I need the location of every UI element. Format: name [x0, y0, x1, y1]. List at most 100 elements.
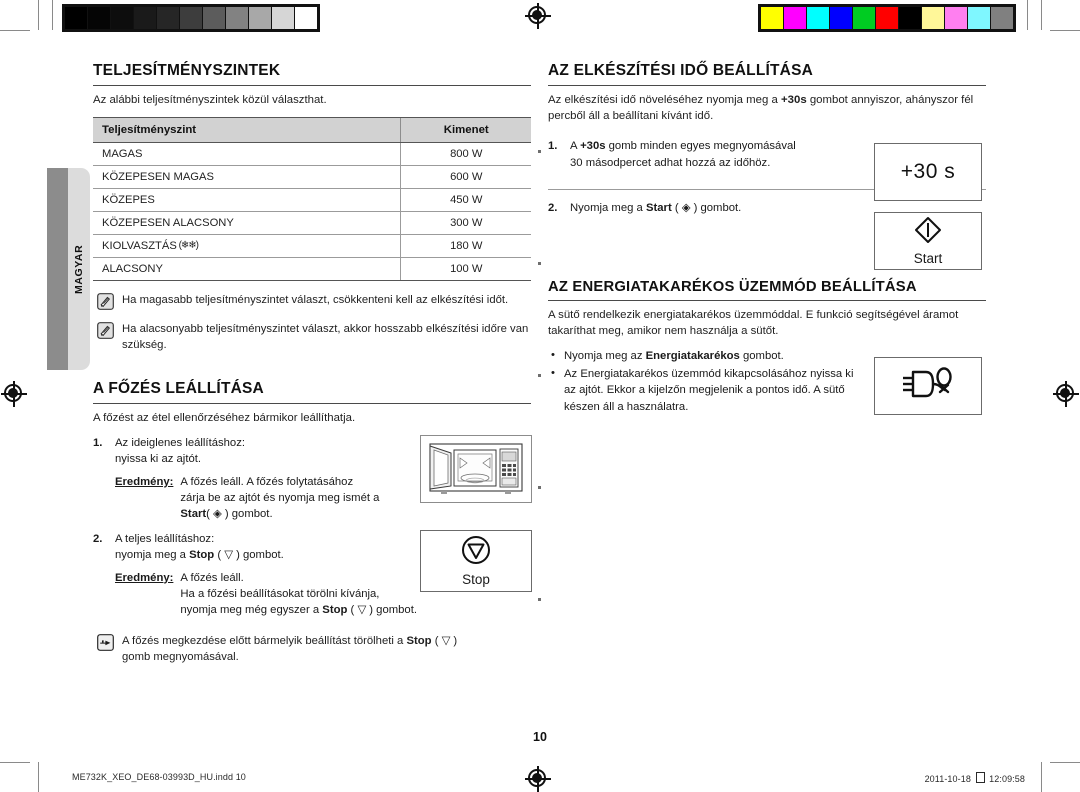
- stop-key-illustration: Stop: [420, 530, 532, 592]
- grayscale-swatch-1: [88, 7, 110, 29]
- cell-power-level: ALACSONY: [93, 257, 401, 282]
- crop-line: [38, 0, 39, 30]
- bullet-glyph: •: [551, 348, 555, 361]
- cell-power-level: MAGAS: [93, 142, 401, 167]
- stop-triangle-icon: [459, 535, 493, 570]
- crop-line: [1041, 0, 1042, 30]
- section-title-stop-cooking: A FŐZÉS LEÁLLÍTÁSA: [93, 380, 531, 404]
- section-title-power-levels: TELJESÍTMÉNYSZINTEK: [93, 62, 531, 86]
- color-swatch-9: [968, 7, 990, 29]
- result-body: A főzés leáll. Ha a főzési beállításokat…: [180, 570, 433, 619]
- bullet-pre: Nyomja meg az: [564, 349, 646, 362]
- result-line-3-post: ( ▽ ) gombot.: [347, 604, 417, 617]
- page-content: TELJESÍTMÉNYSZINTEK Az alábbi teljesítmé…: [0, 40, 1080, 752]
- grayscale-swatch-7: [226, 7, 248, 29]
- grayscale-swatch-6: [203, 7, 225, 29]
- plus30s-button-name: +30s: [781, 94, 807, 106]
- table-row: MAGAS 800 W: [93, 142, 531, 167]
- microwave-oven-icon: [429, 443, 523, 494]
- eco-button-name: Energiatakarékos: [645, 349, 740, 362]
- grayscale-swatch-0: [65, 7, 87, 29]
- power-levels-lead: Az alábbi teljesítményszintek közül vála…: [93, 94, 327, 106]
- step-text-line2: 30 másodpercet adhat hozzá az időhöz.: [570, 156, 771, 169]
- result-line-2: zárja be az ajtót és nyomja meg ismét a: [180, 492, 380, 505]
- power-plug-icon: [899, 365, 957, 408]
- bullet-text: Az Energiatakarékos üzemmód kikapcsolásá…: [564, 367, 854, 414]
- color-calibration-bar: [758, 4, 1016, 32]
- cell-power-level: KÖZEPES: [93, 188, 401, 213]
- registration-mark-icon: [525, 3, 551, 29]
- bullet-glyph: •: [551, 366, 555, 379]
- table-row: KÖZEPESEN ALACSONY 300 W: [93, 211, 531, 236]
- result-label: Eredmény:: [115, 475, 174, 488]
- color-swatch-3: [830, 7, 852, 29]
- lead-pre: Az elkészítési idő növeléséhez nyomja me…: [548, 94, 781, 106]
- page-number: 10: [533, 730, 547, 744]
- crop-line: [0, 30, 30, 31]
- step-number: 2.: [548, 202, 558, 215]
- step-post: gomb minden egyes megnyomásával: [605, 140, 796, 153]
- plus30s-button-name: +30s: [580, 140, 606, 153]
- table-row: ALACSONY 100 W: [93, 257, 531, 282]
- stop-button-name: Stop: [189, 549, 215, 562]
- color-swatch-5: [876, 7, 898, 29]
- bullet-item-1: • Nyomja meg az Energiatakarékos gombot.: [548, 348, 868, 365]
- table-row: KÖZEPES 450 W: [93, 188, 531, 213]
- stop-cooking-lead: A főzést az étel ellenőrzéséhez bármikor…: [93, 411, 356, 424]
- bullet-post: gombot.: [739, 349, 784, 362]
- step-text-line1: Az ideiglenes leállításhoz:: [115, 436, 245, 449]
- step-result: Eredmény: A főzés leáll. Ha a főzési beá…: [115, 570, 433, 619]
- cell-power-level: KIOLVASZTÁS (❄❄): [93, 234, 401, 259]
- pointing-hand-icon: [97, 633, 114, 651]
- color-swatch-0: [761, 7, 783, 29]
- table-row: KIOLVASZTÁS (❄❄) 180 W: [93, 234, 531, 259]
- step-pre: Nyomja meg a: [570, 202, 646, 215]
- microwave-oven-illustration: [420, 435, 532, 503]
- column-header-output: Kimenet: [400, 117, 531, 144]
- result-line-2: Ha a főzési beállításokat törölni kívánj…: [180, 587, 380, 600]
- cell-output: 450 W: [400, 188, 531, 213]
- start-key-label: Start: [913, 251, 943, 266]
- cell-power-level: KÖZEPESEN MAGAS: [93, 165, 401, 190]
- stop-button-name: Stop: [322, 604, 348, 617]
- crop-line: [1027, 0, 1028, 30]
- unsupported-glyph-box: [975, 772, 985, 783]
- result-line-3-rest: ( ◈ ) gombot.: [206, 508, 273, 521]
- cell-output: 300 W: [400, 211, 531, 236]
- note-lower-power: Ha alacsonyabb teljesítményszintet válas…: [97, 321, 531, 354]
- grayscale-swatch-9: [272, 7, 294, 29]
- step-number: 1.: [548, 140, 558, 153]
- grayscale-swatch-5: [180, 7, 202, 29]
- color-swatch-1: [784, 7, 806, 29]
- power-levels-table: Teljesítményszint Kimenet MAGAS 800 W KÖZE…: [93, 117, 531, 282]
- grayscale-swatch-3: [134, 7, 156, 29]
- plus30s-key-illustration: +30 s: [874, 143, 982, 201]
- grayscale-swatch-2: [111, 7, 133, 29]
- section-title-eco-mode: AZ ENERGIATAKARÉKOS ÜZEMMÓD BEÁLLÍTÁSA: [548, 279, 986, 301]
- footer-timestamp: 2011-10-18 12:09:58: [925, 772, 1025, 784]
- step-number: 2.: [93, 532, 103, 545]
- result-body: A főzés leáll. A főzés folytatásához zár…: [180, 474, 433, 523]
- stop-key-label: Stop: [462, 572, 490, 587]
- cell-output: 600 W: [400, 165, 531, 190]
- color-swatch-4: [853, 7, 875, 29]
- color-swatch-7: [922, 7, 944, 29]
- start-button-name: Start: [645, 202, 672, 215]
- step-post: ( ◈ ) gombot.: [671, 202, 742, 215]
- plus30s-key-label: +30 s: [900, 160, 956, 183]
- cell-output: 100 W: [400, 257, 531, 282]
- section-title-cooking-time: AZ ELKÉSZÍTÉSI IDŐ BEÁLLÍTÁSA: [548, 62, 986, 86]
- result-line-1: A főzés leáll.: [180, 571, 244, 584]
- note-pencil-icon: [97, 322, 114, 340]
- crop-line: [52, 0, 53, 30]
- tip-pre: A főzés megkezdése előtt bármelyik beáll…: [122, 634, 407, 647]
- table-row: KÖZEPESEN MAGAS 600 W: [93, 165, 531, 190]
- color-swatch-6: [899, 7, 921, 29]
- footer-filename: ME732K_XEO_DE68-03993D_HU.indd 10: [72, 772, 246, 782]
- tip-post: ( ▽ ): [431, 634, 458, 647]
- note-text: Ha alacsonyabb teljesítményszintet válas…: [122, 323, 529, 352]
- step-result: Eredmény: A főzés leáll. A főzés folytat…: [115, 474, 433, 523]
- eco-key-illustration: [874, 357, 982, 415]
- eco-mode-lead: A sütő rendelkezik energiatakarékos üzem…: [548, 308, 959, 337]
- cooking-time-lead: Az elkészítési idő növeléséhez nyomja me…: [548, 92, 986, 124]
